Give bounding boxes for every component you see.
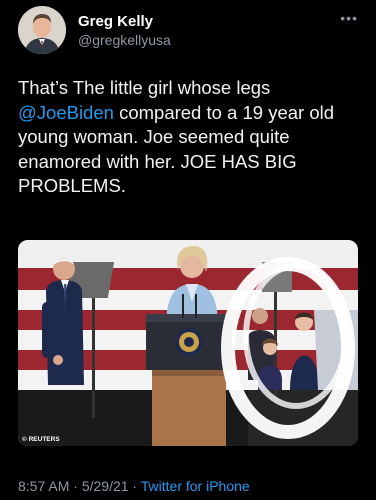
tweet-date[interactable]: 5/29/21	[82, 478, 129, 494]
meta-separator: ·	[128, 478, 141, 494]
avatar-image	[18, 6, 66, 54]
avatar[interactable]	[18, 6, 66, 54]
mention-link[interactable]: @JoeBiden	[18, 102, 114, 123]
tweet-photo[interactable]: © REUTERS	[18, 240, 358, 446]
tweet-text: That’s The little girl whose legs @JoeBi…	[18, 76, 364, 199]
author-handle[interactable]: @gregkellyusa	[78, 32, 171, 48]
photo-credit: © REUTERS	[22, 436, 60, 443]
tweet-time[interactable]: 8:57 AM	[18, 478, 69, 494]
photo-image	[18, 240, 358, 446]
tweet-source-link[interactable]: Twitter for iPhone	[141, 478, 250, 494]
meta-separator: ·	[69, 478, 82, 494]
tweet-header: Greg Kelly @gregkellyusa •••	[18, 4, 358, 54]
tweet-text-part: That’s The little girl whose legs	[18, 77, 271, 98]
author-name[interactable]: Greg Kelly	[78, 13, 153, 30]
tweet-meta: 8:57 AM · 5/29/21 · Twitter for iPhone	[18, 478, 250, 494]
more-horizontal-icon[interactable]: •••	[340, 10, 358, 26]
